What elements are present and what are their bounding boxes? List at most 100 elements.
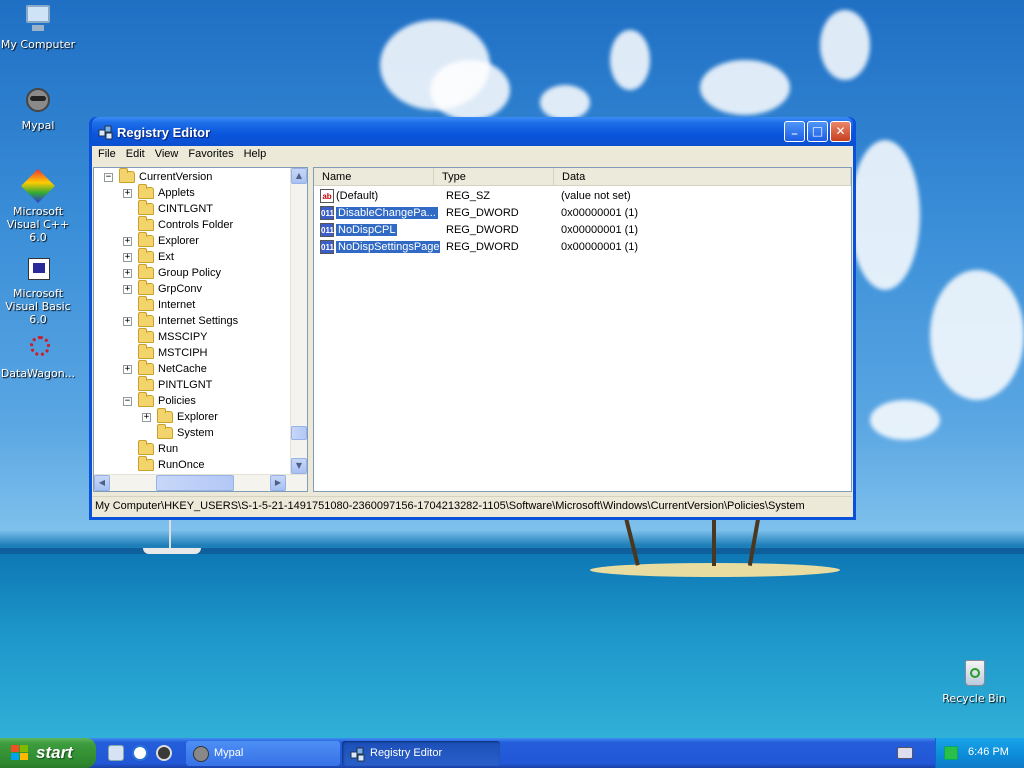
scroll-down-button[interactable]: ▼ <box>291 458 307 474</box>
tree-node[interactable]: + GrpConv <box>123 280 203 297</box>
tree-node-label: Policies <box>158 395 196 407</box>
scroll-thumb[interactable] <box>291 426 307 440</box>
show-desktop-icon[interactable] <box>108 745 124 761</box>
tree-node[interactable]: + Ext <box>123 248 174 265</box>
value-name-cell: NoDispSettingsPage <box>336 240 440 253</box>
desktop-icon-visual-basic[interactable]: Microsoft Visual Basic 6.0 <box>0 252 78 326</box>
tree-node-label: GrpConv <box>158 283 203 295</box>
tree-node[interactable]: + NetCache <box>123 360 207 377</box>
folder-icon <box>138 296 154 311</box>
tree-node[interactable]: MSTCIPH <box>123 344 208 361</box>
scroll-left-button[interactable]: ◀ <box>94 475 110 491</box>
minimize-button[interactable]: _ <box>784 121 805 142</box>
value-row[interactable]: 011 NoDispSettingsPage REG_DWORD 0x00000001… <box>314 238 638 255</box>
taskbar-button-registry-editor[interactable]: Registry Editor <box>342 741 500 766</box>
desktop-icon-recycle-bin[interactable]: Recycle Bin <box>934 657 1014 705</box>
desktop-icon-visual-cpp[interactable]: Microsoft Visual C++ 6.0 <box>0 169 78 244</box>
dword-value-icon: 011 <box>320 239 334 254</box>
media-player-icon[interactable] <box>156 745 172 761</box>
column-header-type[interactable]: Type <box>434 168 554 185</box>
tree-node-label: System <box>177 427 214 439</box>
expand-icon[interactable]: + <box>123 236 132 246</box>
tree-node[interactable]: CINTLGNT <box>123 200 213 217</box>
scroll-thumb-horizontal[interactable] <box>156 475 234 491</box>
tree-node-label: PINTLGNT <box>158 379 213 391</box>
value-name-cell: NoDispCPL <box>336 223 440 236</box>
tree-node[interactable]: + Explorer <box>123 232 199 249</box>
values-list-pane[interactable]: Name Type Data ab (Default) REG_SZ (value n… <box>313 167 852 492</box>
desktop-icon-datawagon[interactable]: DataWagon... <box>0 332 78 380</box>
expand-icon[interactable]: + <box>123 252 132 262</box>
taskbar: start Mypal Registry Editor 6:46 PM <box>0 738 1024 768</box>
clock[interactable]: 6:46 PM <box>968 746 1009 758</box>
window-title: Registry Editor <box>117 125 211 140</box>
value-row[interactable]: 011 NoDispCPL REG_DWORD 0x00000001 (1) <box>314 221 638 238</box>
expand-icon[interactable]: + <box>123 364 132 374</box>
maximize-button[interactable]: □ <box>807 121 828 142</box>
folder-icon <box>138 232 154 247</box>
folder-icon <box>138 360 154 375</box>
desktop-icon-mypal[interactable]: Mypal <box>0 84 78 132</box>
tree-node-label: MSSCIPY <box>158 331 208 343</box>
dword-value-icon: 011 <box>320 222 334 237</box>
desktop-icon-my-computer[interactable]: My Computer <box>0 3 78 51</box>
folder-icon <box>138 248 154 263</box>
value-data: 0x00000001 (1) <box>561 206 639 219</box>
close-button[interactable]: ✕ <box>830 121 851 142</box>
tree-node[interactable]: Internet <box>123 296 196 313</box>
tree-node[interactable]: System <box>142 424 214 441</box>
tree-node[interactable]: − Policies <box>123 392 196 409</box>
value-row[interactable]: ab (Default) REG_SZ (value not set) <box>314 187 631 204</box>
expand-icon[interactable]: + <box>123 188 132 198</box>
panes: − CurrentVersion + Applets CINTLGNT Controls … <box>93 167 852 492</box>
menu-favorites[interactable]: Favorites <box>184 146 239 164</box>
value-row[interactable]: 011 DisableChangePa... REG_DWORD 0x00000001… <box>314 204 638 221</box>
tree-node[interactable]: PINTLGNT <box>123 376 213 393</box>
mypal-raccoon-icon <box>193 746 209 762</box>
folder-icon <box>138 328 154 343</box>
tree-vertical-scrollbar[interactable]: ▲ ▼ <box>290 168 307 475</box>
tree-node[interactable]: Controls Folder <box>123 216 233 233</box>
expand-icon[interactable]: + <box>123 268 132 278</box>
collapse-icon[interactable]: − <box>104 172 113 182</box>
taskbar-button-mypal[interactable]: Mypal <box>186 741 340 766</box>
menu-view[interactable]: View <box>151 146 185 164</box>
task-label: Registry Editor <box>370 747 443 759</box>
value-type: REG_DWORD <box>446 206 519 219</box>
tree-node[interactable]: + Group Policy <box>123 264 221 281</box>
column-header-name[interactable]: Name <box>314 168 434 185</box>
tree-node-label: Explorer <box>158 235 199 247</box>
expand-icon[interactable]: + <box>123 316 132 326</box>
menu-edit[interactable]: Edit <box>122 146 151 164</box>
tree-node[interactable]: Run <box>123 440 179 457</box>
value-name: (Default) <box>336 189 379 202</box>
tree-node[interactable]: + Internet Settings <box>123 312 238 329</box>
tree-node-label: RunOnce <box>158 459 205 471</box>
title-bar[interactable]: Registry Editor _ □ ✕ <box>92 117 853 146</box>
collapse-icon[interactable]: − <box>123 396 132 406</box>
column-header-data[interactable]: Data <box>554 168 851 185</box>
scroll-up-button[interactable]: ▲ <box>291 168 307 184</box>
visual-cpp-icon <box>21 169 55 203</box>
network-status-icon[interactable] <box>944 746 958 760</box>
tree-horizontal-scrollbar[interactable]: ◀ ▶ <box>94 474 307 491</box>
tree-node[interactable]: + Applets <box>123 184 195 201</box>
tree-node-label: Internet <box>158 299 196 311</box>
menu-help[interactable]: Help <box>240 146 273 164</box>
scroll-right-button[interactable]: ▶ <box>270 475 286 491</box>
key-tree-pane[interactable]: − CurrentVersion + Applets CINTLGNT Controls … <box>93 167 308 492</box>
folder-icon <box>138 456 154 471</box>
expand-icon[interactable]: + <box>123 284 132 294</box>
maximize-icon: □ <box>811 124 824 138</box>
tree-node[interactable]: MSSCIPY <box>123 328 208 345</box>
desktop-icon-label: DataWagon... <box>0 367 76 380</box>
tree-node[interactable]: − CurrentVersion <box>104 168 212 185</box>
tree-node[interactable]: RunOnce <box>123 456 205 473</box>
tree-node-label: Run <box>158 443 179 455</box>
expand-icon[interactable]: + <box>142 412 151 422</box>
start-button[interactable]: start <box>0 738 96 768</box>
keyboard-language-icon[interactable] <box>897 747 913 759</box>
menu-file[interactable]: File <box>94 146 122 164</box>
tree-node[interactable]: + Explorer <box>142 408 218 425</box>
internet-explorer-icon[interactable] <box>132 745 148 761</box>
